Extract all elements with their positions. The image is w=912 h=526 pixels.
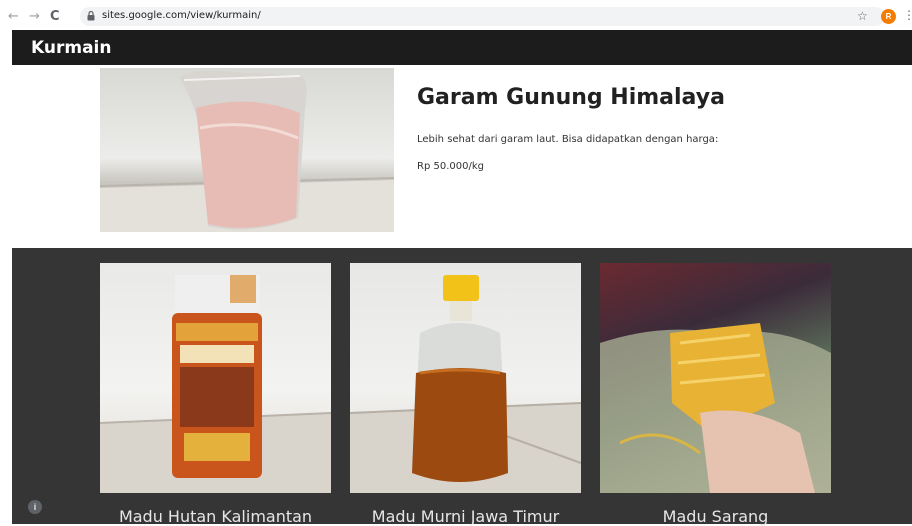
info-icon[interactable]: i	[28, 500, 42, 514]
product-name[interactable]: Madu Murni Jawa Timur	[350, 507, 581, 526]
reload-button[interactable]: C	[50, 9, 60, 24]
profile-avatar[interactable]: R	[881, 9, 896, 24]
address-bar[interactable]: sites.google.com/view/kurmain/	[80, 7, 885, 26]
forward-button[interactable]: →	[29, 9, 40, 24]
product-name[interactable]: Madu Hutan Kalimantan	[100, 507, 331, 526]
product-title: Garam Gunung Himalaya	[417, 85, 725, 110]
back-button[interactable]: ←	[8, 9, 19, 24]
bookmark-star-icon[interactable]: ☆	[857, 9, 868, 23]
product-image-madu-hutan-kalimantan[interactable]	[100, 263, 331, 493]
product-description: Lebih sehat dari garam laut. Bisa didapa…	[417, 134, 719, 145]
site-title[interactable]: Kurmain	[31, 38, 111, 58]
browser-toolbar: ← → C sites.google.com/view/kurmain/ ☆ R…	[0, 0, 912, 34]
product-gallery: Madu Hutan Kalimantan Madu Murni Jawa Ti…	[12, 248, 912, 526]
product-image-madu-sarang[interactable]	[600, 263, 831, 493]
featured-product-section: Garam Gunung Himalaya Lebih sehat dari g…	[12, 65, 912, 248]
browser-menu-icon[interactable]: ⋮	[903, 8, 912, 22]
url-text: sites.google.com/view/kurmain/	[102, 10, 261, 21]
product-name[interactable]: Madu Sarang	[600, 507, 831, 526]
product-image-madu-murni-jawa-timur[interactable]	[350, 263, 581, 493]
himalayan-salt-photo	[100, 68, 394, 232]
lock-icon	[87, 11, 95, 21]
site-header: Kurmain	[12, 30, 912, 65]
product-price: Rp 50.000/kg	[417, 161, 484, 172]
